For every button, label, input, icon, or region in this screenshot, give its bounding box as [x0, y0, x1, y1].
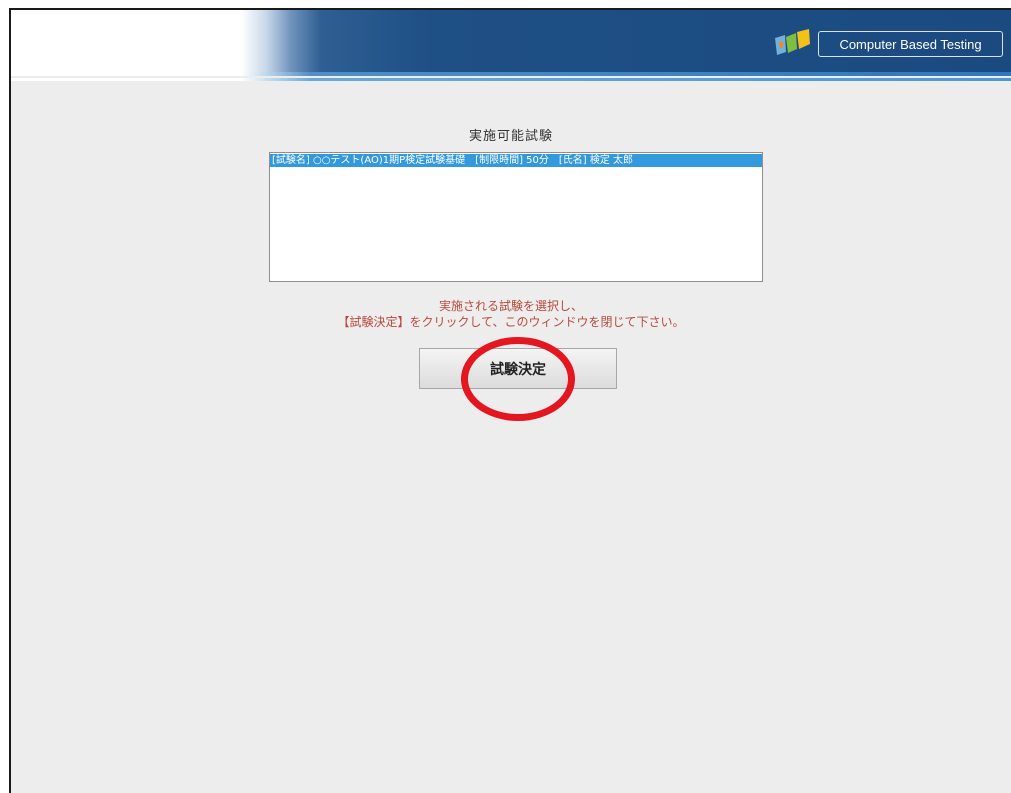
banner-divider	[11, 72, 1011, 76]
brand-label: Computer Based Testing	[818, 31, 1003, 57]
instruction-text: 実施される試験を選択し、 【試験決定】をクリックして、このウィンドウを閉じて下さ…	[11, 298, 1011, 330]
browser-window: Computer Based Testing 実施可能試験 [試験名] ○○テス…	[9, 8, 1011, 793]
cbt-logo-icon	[775, 29, 810, 55]
list-item-exam[interactable]: [試験名] ○○テスト(AO)1期P検定試験基礎 [制限時間] 50分 [氏名]…	[270, 154, 762, 167]
main-content: 実施可能試験 [試験名] ○○テスト(AO)1期P検定試験基礎 [制限時間] 5…	[11, 81, 1011, 793]
exam-listbox[interactable]: [試験名] ○○テスト(AO)1期P検定試験基礎 [制限時間] 50分 [氏名]…	[269, 152, 763, 282]
instruction-line-2: 【試験決定】をクリックして、このウィンドウを閉じて下さい。	[337, 315, 685, 329]
page-title: 実施可能試験	[468, 129, 553, 144]
decide-exam-button[interactable]: 試験決定	[419, 348, 617, 389]
header-banner: Computer Based Testing	[11, 10, 1011, 72]
instruction-line-1: 実施される試験を選択し、	[438, 299, 583, 313]
